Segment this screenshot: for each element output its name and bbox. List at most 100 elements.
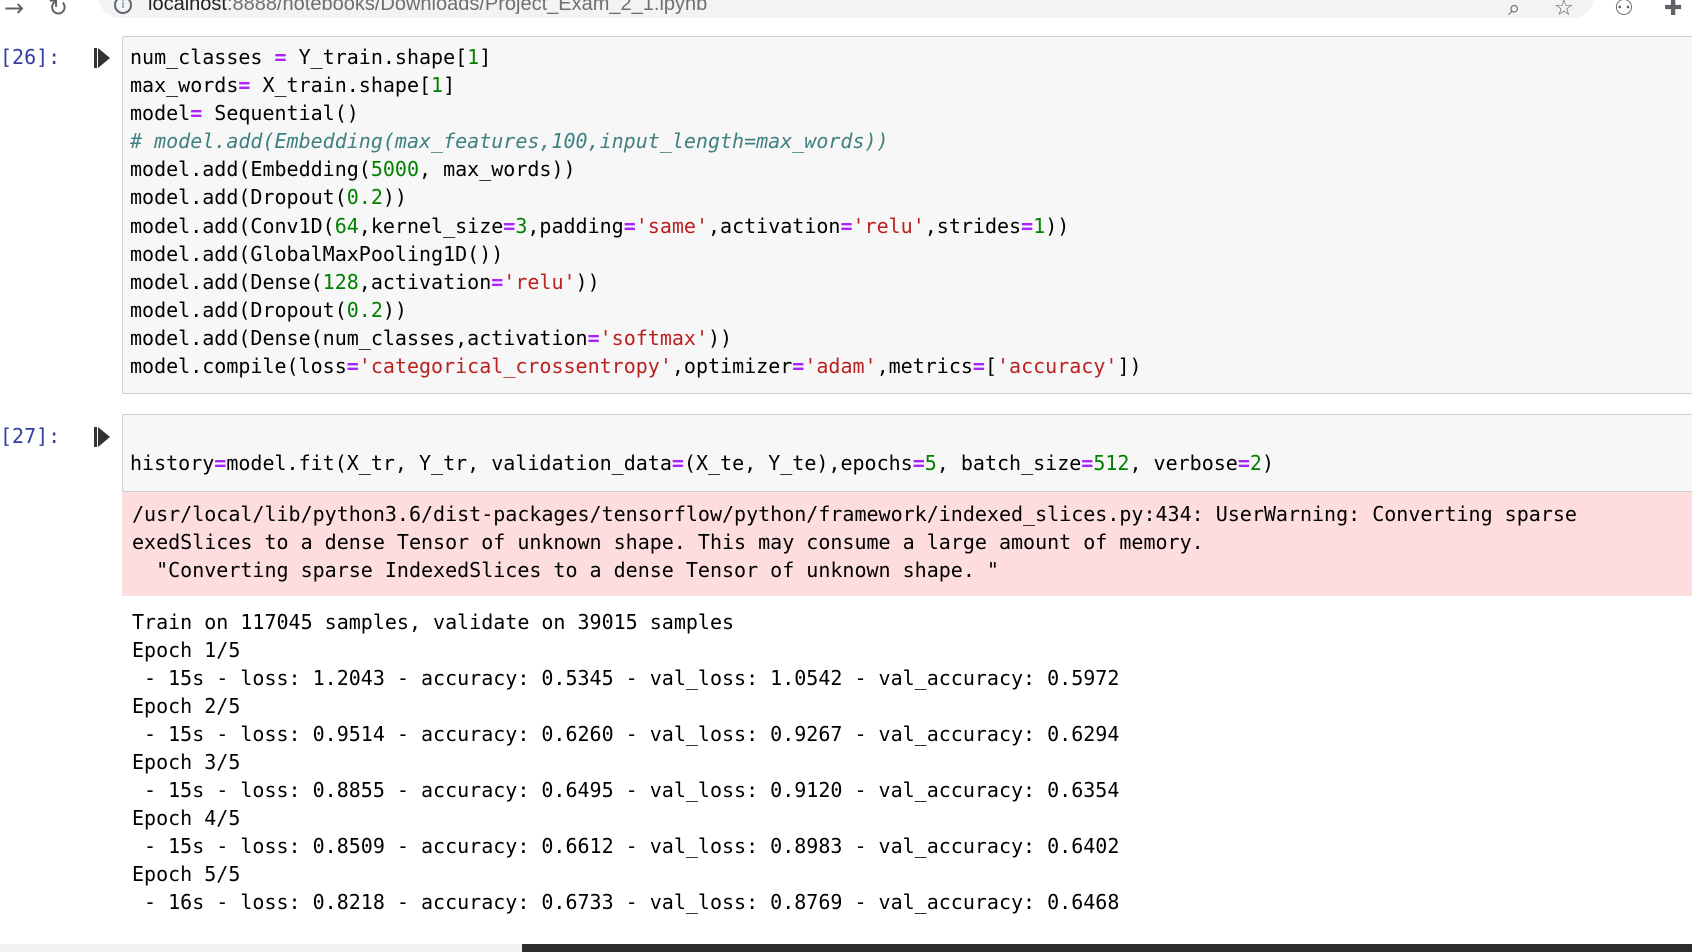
arrow-forward-icon[interactable]: → bbox=[4, 0, 24, 22]
code-token: X_train.shape[ bbox=[250, 73, 432, 98]
code-token: = bbox=[214, 451, 227, 476]
code-token: = bbox=[671, 451, 684, 476]
reload-icon[interactable]: ↻ bbox=[48, 0, 68, 22]
run-cell-icon[interactable] bbox=[94, 426, 112, 448]
code-token: 3 bbox=[515, 213, 528, 238]
code-line: model= Sequential() bbox=[130, 101, 359, 125]
code-token: # model.add(Embedding(max_features,100,i… bbox=[130, 129, 889, 154]
stdout-output: Train on 117045 samples, validate on 390… bbox=[132, 608, 1119, 916]
cell-prompt: [26]: bbox=[0, 45, 61, 69]
code-token: = bbox=[912, 451, 925, 476]
code-token: history bbox=[130, 451, 215, 476]
code-line: model.add(Dense(num_classes,activation='… bbox=[130, 326, 732, 350]
code-token: 64 bbox=[334, 213, 359, 238]
code-token: model.add(Dense(num_classes,activation bbox=[130, 325, 588, 350]
code-token: model.compile(loss bbox=[130, 354, 347, 379]
code-token: , batch_size bbox=[936, 451, 1082, 476]
code-line: # model.add(Embedding(max_features,100,i… bbox=[130, 129, 889, 153]
code-token: 'relu' bbox=[503, 269, 576, 294]
code-token: )) bbox=[382, 185, 407, 210]
cell-prompt: [27]: bbox=[0, 424, 61, 448]
run-cell-icon[interactable] bbox=[94, 47, 112, 69]
code-token: )) bbox=[575, 269, 600, 294]
code-token: 'categorical_crossentropy' bbox=[358, 354, 672, 379]
site-info-icon[interactable]: i bbox=[114, 0, 132, 14]
code-token: ]) bbox=[1117, 354, 1142, 379]
extension-icon[interactable]: ⚇ bbox=[1614, 0, 1634, 21]
code-token: 5 bbox=[924, 451, 937, 476]
code-token: max_words bbox=[130, 73, 239, 98]
code-editor[interactable]: num_classes = Y_train.shape[1] max_words… bbox=[130, 43, 1142, 380]
url-host: localhost bbox=[148, 0, 227, 15]
code-token: = bbox=[1237, 451, 1250, 476]
code-line: max_words= X_train.shape[1] bbox=[130, 73, 455, 97]
code-token: 0.2 bbox=[346, 185, 383, 210]
code-token: 128 bbox=[322, 269, 359, 294]
code-token: , verbose bbox=[1129, 451, 1238, 476]
code-token: 1 bbox=[467, 45, 480, 69]
address-bar[interactable]: i localhost:8888/notebooks/Downloads/Pro… bbox=[98, 0, 1594, 18]
code-line: model.add(Dense(128,activation='relu')) bbox=[130, 270, 600, 294]
zoom-icon[interactable]: ⌕ bbox=[1508, 0, 1520, 21]
code-token: model.add(GlobalMaxPooling1D()) bbox=[130, 241, 504, 266]
star-icon[interactable]: ☆ bbox=[1554, 0, 1574, 21]
code-token: ) bbox=[1261, 451, 1274, 476]
code-token: 0.2 bbox=[346, 297, 383, 322]
code-token: ,activation bbox=[358, 269, 492, 294]
puzzle-icon[interactable]: ✚ bbox=[1664, 0, 1682, 21]
training-log: Train on 117045 samples, validate on 390… bbox=[132, 610, 1120, 914]
code-token: = bbox=[238, 73, 251, 98]
code-token: 'accuracy' bbox=[997, 354, 1118, 379]
code-token: model.add(Dropout( bbox=[130, 185, 347, 210]
code-token: ] bbox=[443, 73, 456, 98]
scrollbar-thumb[interactable] bbox=[0, 944, 522, 952]
code-token: 1 bbox=[1033, 213, 1046, 238]
url-path: :8888/notebooks/Downloads/Project_Exam_2… bbox=[226, 0, 708, 15]
code-token: 'adam' bbox=[804, 354, 877, 379]
stderr-output: /usr/local/lib/python3.6/dist-packages/t… bbox=[122, 492, 1692, 596]
code-token: )) bbox=[1045, 213, 1070, 238]
code-token: = bbox=[1081, 451, 1094, 476]
code-line: num_classes = Y_train.shape[1] bbox=[130, 45, 491, 69]
code-token: = bbox=[190, 101, 203, 126]
code-editor[interactable]: history=model.fit(X_tr, Y_tr, validation… bbox=[130, 421, 1274, 477]
code-line: model.add(GlobalMaxPooling1D()) bbox=[130, 242, 503, 266]
code-token: = bbox=[346, 354, 359, 379]
code-token: )) bbox=[707, 325, 733, 350]
code-token: 5000 bbox=[370, 157, 419, 182]
code-token: model.add(Conv1D( bbox=[130, 213, 335, 238]
code-token: model bbox=[130, 101, 191, 126]
code-token: = bbox=[972, 354, 985, 379]
code-token: )) bbox=[382, 297, 407, 322]
code-token: = bbox=[587, 325, 600, 350]
code-token: ,optimizer bbox=[671, 354, 793, 379]
code-token: 'softmax' bbox=[599, 325, 708, 350]
code-line: model.compile(loss='categorical_crossent… bbox=[130, 354, 1142, 378]
code-token: num_classes bbox=[130, 45, 275, 69]
code-token: Sequential() bbox=[202, 101, 359, 126]
code-token: , max_words)) bbox=[419, 157, 576, 182]
code-token: ] bbox=[479, 45, 492, 69]
code-token: = bbox=[274, 45, 287, 69]
url-text[interactable]: localhost:8888/notebooks/Downloads/Proje… bbox=[148, 0, 707, 16]
code-token: model.add(Embedding( bbox=[130, 157, 371, 182]
code-token: ,kernel_size bbox=[358, 213, 504, 238]
code-token: model.add(Dense( bbox=[130, 269, 323, 294]
warning-text: /usr/local/lib/python3.6/dist-packages/t… bbox=[132, 502, 1577, 582]
code-token: 512 bbox=[1093, 451, 1130, 476]
code-token: (X_te, Y_te),epochs bbox=[683, 451, 913, 476]
code-token: ,strides bbox=[924, 213, 1022, 238]
code-token: ,metrics bbox=[876, 354, 973, 379]
code-token: = bbox=[623, 213, 636, 238]
code-token: = bbox=[503, 213, 516, 238]
browser-toolbar: → ↻ i localhost:8888/notebooks/Downloads… bbox=[0, 0, 1692, 34]
code-token: = bbox=[840, 213, 853, 238]
code-line: model.add(Dropout(0.2)) bbox=[130, 185, 407, 209]
code-line: model.add(Embedding(5000, max_words)) bbox=[130, 157, 576, 181]
code-token: 'relu' bbox=[852, 213, 925, 238]
code-line: history=model.fit(X_tr, Y_tr, validation… bbox=[130, 451, 1274, 475]
code-token: model.add(Dropout( bbox=[130, 297, 347, 322]
code-line: model.add(Conv1D(64,kernel_size=3,paddin… bbox=[130, 214, 1069, 238]
horizontal-scrollbar[interactable] bbox=[0, 944, 1692, 952]
code-token: 1 bbox=[431, 73, 444, 98]
